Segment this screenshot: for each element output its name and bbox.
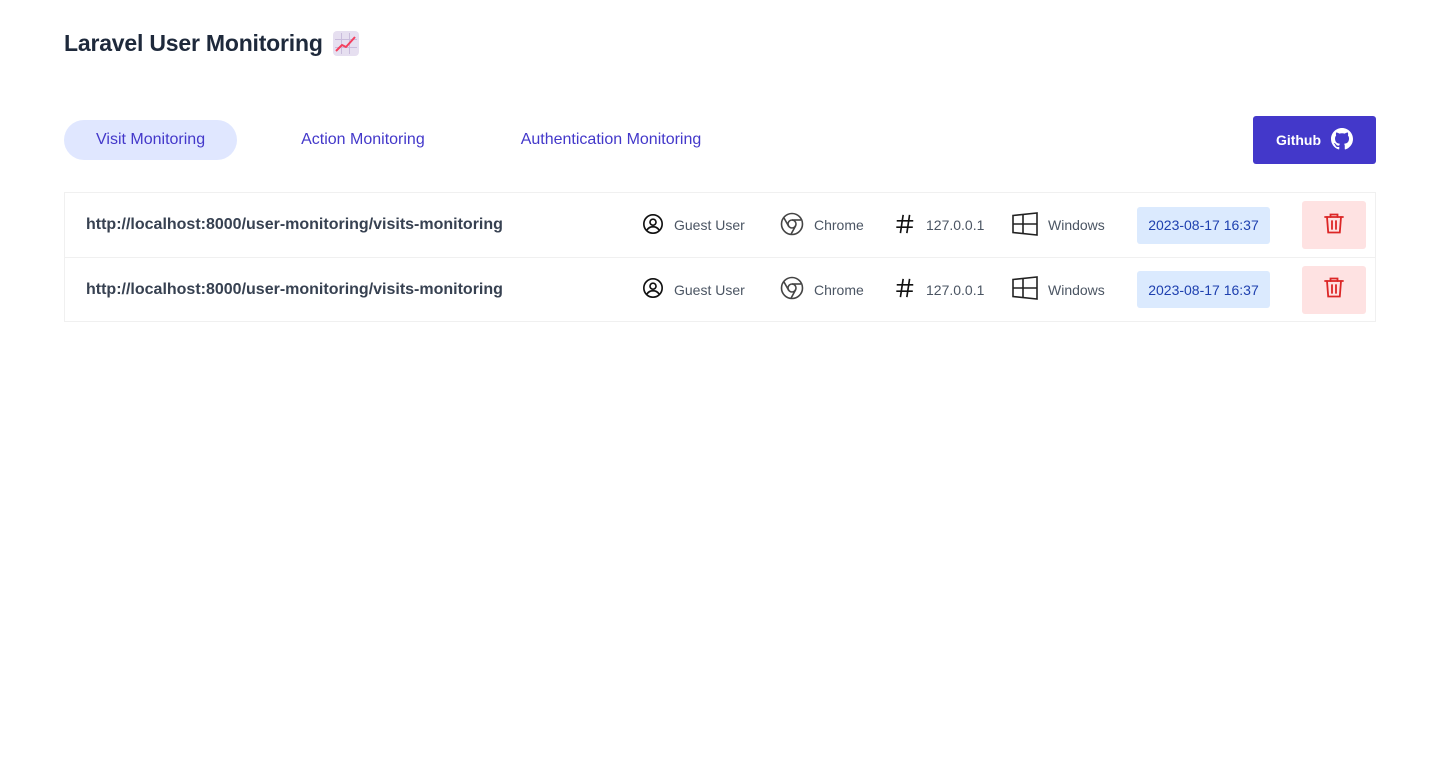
- delete-button[interactable]: [1302, 201, 1366, 249]
- visit-date-badge: 2023-08-17 16:37: [1137, 206, 1270, 244]
- trash-icon: [1323, 211, 1345, 240]
- chart-increasing-icon: [332, 31, 359, 56]
- tab-authentication-monitoring[interactable]: Authentication Monitoring: [489, 120, 734, 160]
- browser-name: Chrome: [814, 217, 864, 233]
- chrome-icon: [780, 276, 804, 303]
- browser-cell: Chrome: [780, 212, 864, 239]
- browser-cell: Chrome: [780, 276, 864, 303]
- user-cell: Guest User: [642, 277, 745, 302]
- windows-icon: [1012, 276, 1038, 303]
- table-row: http://localhost:8000/user-monitoring/vi…: [65, 257, 1375, 321]
- visit-url: http://localhost:8000/user-monitoring/vi…: [86, 280, 503, 298]
- user-name: Guest User: [674, 217, 745, 233]
- os-name: Windows: [1048, 281, 1105, 298]
- windows-icon: [1012, 211, 1038, 239]
- delete-button[interactable]: [1302, 265, 1366, 314]
- hash-icon: [894, 213, 916, 238]
- page-title: Laravel User Monitoring: [64, 30, 359, 57]
- github-button-label: Github: [1275, 132, 1322, 148]
- user-cell: Guest User: [642, 213, 745, 238]
- browser-name: Chrome: [814, 281, 864, 298]
- github-button[interactable]: Github: [1253, 116, 1376, 164]
- table-row: http://localhost:8000/user-monitoring/vi…: [65, 193, 1375, 257]
- tab-action-monitoring[interactable]: Action Monitoring: [269, 120, 457, 160]
- chrome-icon: [780, 212, 804, 239]
- ip-address: 127.0.0.1: [926, 281, 985, 298]
- page-title-text: Laravel User Monitoring: [64, 30, 323, 56]
- trash-icon: [1323, 275, 1345, 304]
- visit-date-badge: 2023-08-17 16:37: [1137, 271, 1270, 308]
- hash-icon: [894, 277, 916, 302]
- user-name: Guest User: [674, 281, 745, 298]
- ip-address: 127.0.0.1: [926, 217, 985, 233]
- visit-url: http://localhost:8000/user-monitoring/vi…: [86, 216, 503, 233]
- tab-visit-monitoring[interactable]: Visit Monitoring: [64, 120, 238, 160]
- ip-cell: 127.0.0.1: [894, 213, 984, 238]
- ip-cell: 127.0.0.1: [894, 277, 984, 302]
- os-cell: Windows: [1012, 211, 1105, 239]
- os-cell: Windows: [1012, 276, 1105, 303]
- monitoring-tabs: Visit Monitoring Action Monitoring Authe…: [64, 120, 733, 160]
- user-circle-icon: [642, 213, 664, 238]
- user-circle-icon: [642, 277, 664, 302]
- visits-table: http://localhost:8000/user-monitoring/vi…: [64, 192, 1376, 322]
- github-icon: [1331, 127, 1354, 153]
- os-name: Windows: [1048, 217, 1105, 233]
